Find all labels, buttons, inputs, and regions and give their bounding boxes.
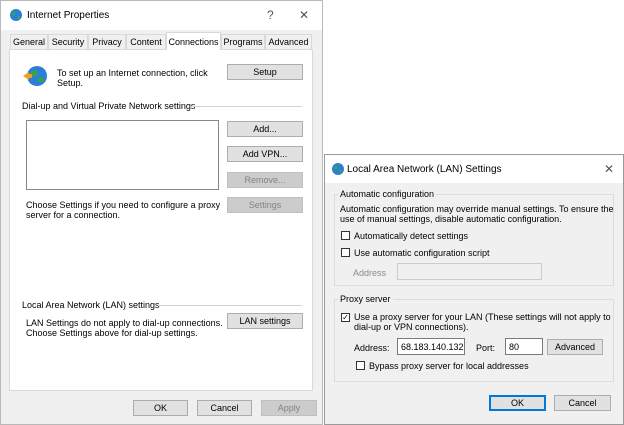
lan-ok-button[interactable]: OK: [489, 395, 546, 411]
remove-button[interactable]: Remove...: [227, 172, 303, 188]
auto-config-description-line2: use of manual settings, disable automati…: [340, 214, 562, 224]
lan-description-line1: LAN Settings do not apply to dial-up con…: [26, 318, 223, 328]
globe-network-icon: [331, 162, 345, 178]
script-address-label: Address: [353, 268, 387, 278]
globe-setup-icon: [22, 64, 48, 90]
auto-detect-checkbox[interactable]: [341, 231, 350, 240]
lan-dialog-title: Local Area Network (LAN) Settings: [347, 164, 502, 175]
auto-script-label[interactable]: Use automatic configuration script: [354, 248, 490, 258]
title-bar[interactable]: Internet Properties ? ✕: [1, 1, 322, 30]
lan-settings-heading: Local Area Network (LAN) settings: [22, 300, 160, 310]
lan-title-bar[interactable]: Local Area Network (LAN) Settings ✕: [325, 155, 623, 183]
bypass-local-label[interactable]: Bypass proxy server for local addresses: [369, 361, 529, 371]
bypass-local-checkbox[interactable]: [356, 361, 365, 370]
help-button[interactable]: ?: [267, 8, 274, 22]
settings-description-line1: Choose Settings if you need to configure…: [26, 200, 221, 210]
ok-button[interactable]: OK: [133, 400, 188, 416]
auto-detect-label[interactable]: Automatically detect settings: [354, 231, 468, 241]
lan-description-line2: Choose Settings above for dial-up settin…: [26, 328, 198, 338]
tab-privacy[interactable]: Privacy: [88, 34, 126, 49]
close-icon[interactable]: ✕: [299, 8, 309, 22]
lan-cancel-button[interactable]: Cancel: [554, 395, 611, 411]
window-title: Internet Properties: [27, 10, 110, 21]
cancel-button[interactable]: Cancel: [197, 400, 252, 416]
close-icon[interactable]: ✕: [604, 162, 614, 176]
automatic-configuration-heading: Automatic configuration: [338, 189, 437, 199]
settings-button[interactable]: Settings: [227, 197, 303, 213]
tab-advanced[interactable]: Advanced: [265, 34, 312, 49]
globe-network-icon: [9, 8, 23, 24]
settings-description-line2: server for a connection.: [26, 210, 121, 220]
apply-button[interactable]: Apply: [261, 400, 317, 416]
tab-content[interactable]: Content: [126, 34, 166, 49]
port-input[interactable]: 80: [505, 338, 543, 355]
dialup-separator: [192, 106, 302, 107]
port-label: Port:: [476, 343, 496, 353]
lan-separator: [158, 305, 302, 306]
add-button[interactable]: Add...: [227, 121, 303, 137]
use-proxy-checkbox[interactable]: ✓: [341, 313, 350, 322]
connections-list[interactable]: [26, 120, 219, 190]
auto-script-checkbox[interactable]: [341, 248, 350, 257]
tab-security[interactable]: Security: [48, 34, 88, 49]
lan-settings-dialog: Local Area Network (LAN) Settings ✕ Auto…: [324, 154, 624, 425]
use-proxy-label-line2[interactable]: dial-up or VPN connections).: [354, 322, 469, 332]
proxy-address-input[interactable]: 68.183.140.132: [397, 338, 465, 355]
lan-settings-button[interactable]: LAN settings: [227, 313, 303, 329]
dialup-vpn-heading: Dial-up and Virtual Private Network sett…: [22, 101, 196, 111]
proxy-address-label: Address:: [354, 343, 390, 353]
connections-panel: To set up an Internet connection, click …: [9, 49, 313, 391]
tab-general[interactable]: General: [10, 34, 48, 49]
use-proxy-label-line1[interactable]: Use a proxy server for your LAN (These s…: [354, 312, 611, 322]
add-vpn-button[interactable]: Add VPN...: [227, 146, 303, 162]
setup-button[interactable]: Setup: [227, 64, 303, 80]
setup-description-line1: To set up an Internet connection, click: [57, 68, 208, 78]
advanced-button[interactable]: Advanced: [547, 339, 603, 355]
script-address-input[interactable]: [397, 263, 542, 280]
auto-config-description-line1: Automatic configuration may override man…: [340, 204, 614, 214]
proxy-server-heading: Proxy server: [338, 294, 393, 304]
tab-connections[interactable]: Connections: [166, 32, 221, 50]
internet-properties-window: Internet Properties ? ✕ General Security…: [0, 0, 323, 425]
tab-programs[interactable]: Programs: [221, 34, 265, 49]
setup-description-line2: Setup.: [57, 78, 84, 88]
